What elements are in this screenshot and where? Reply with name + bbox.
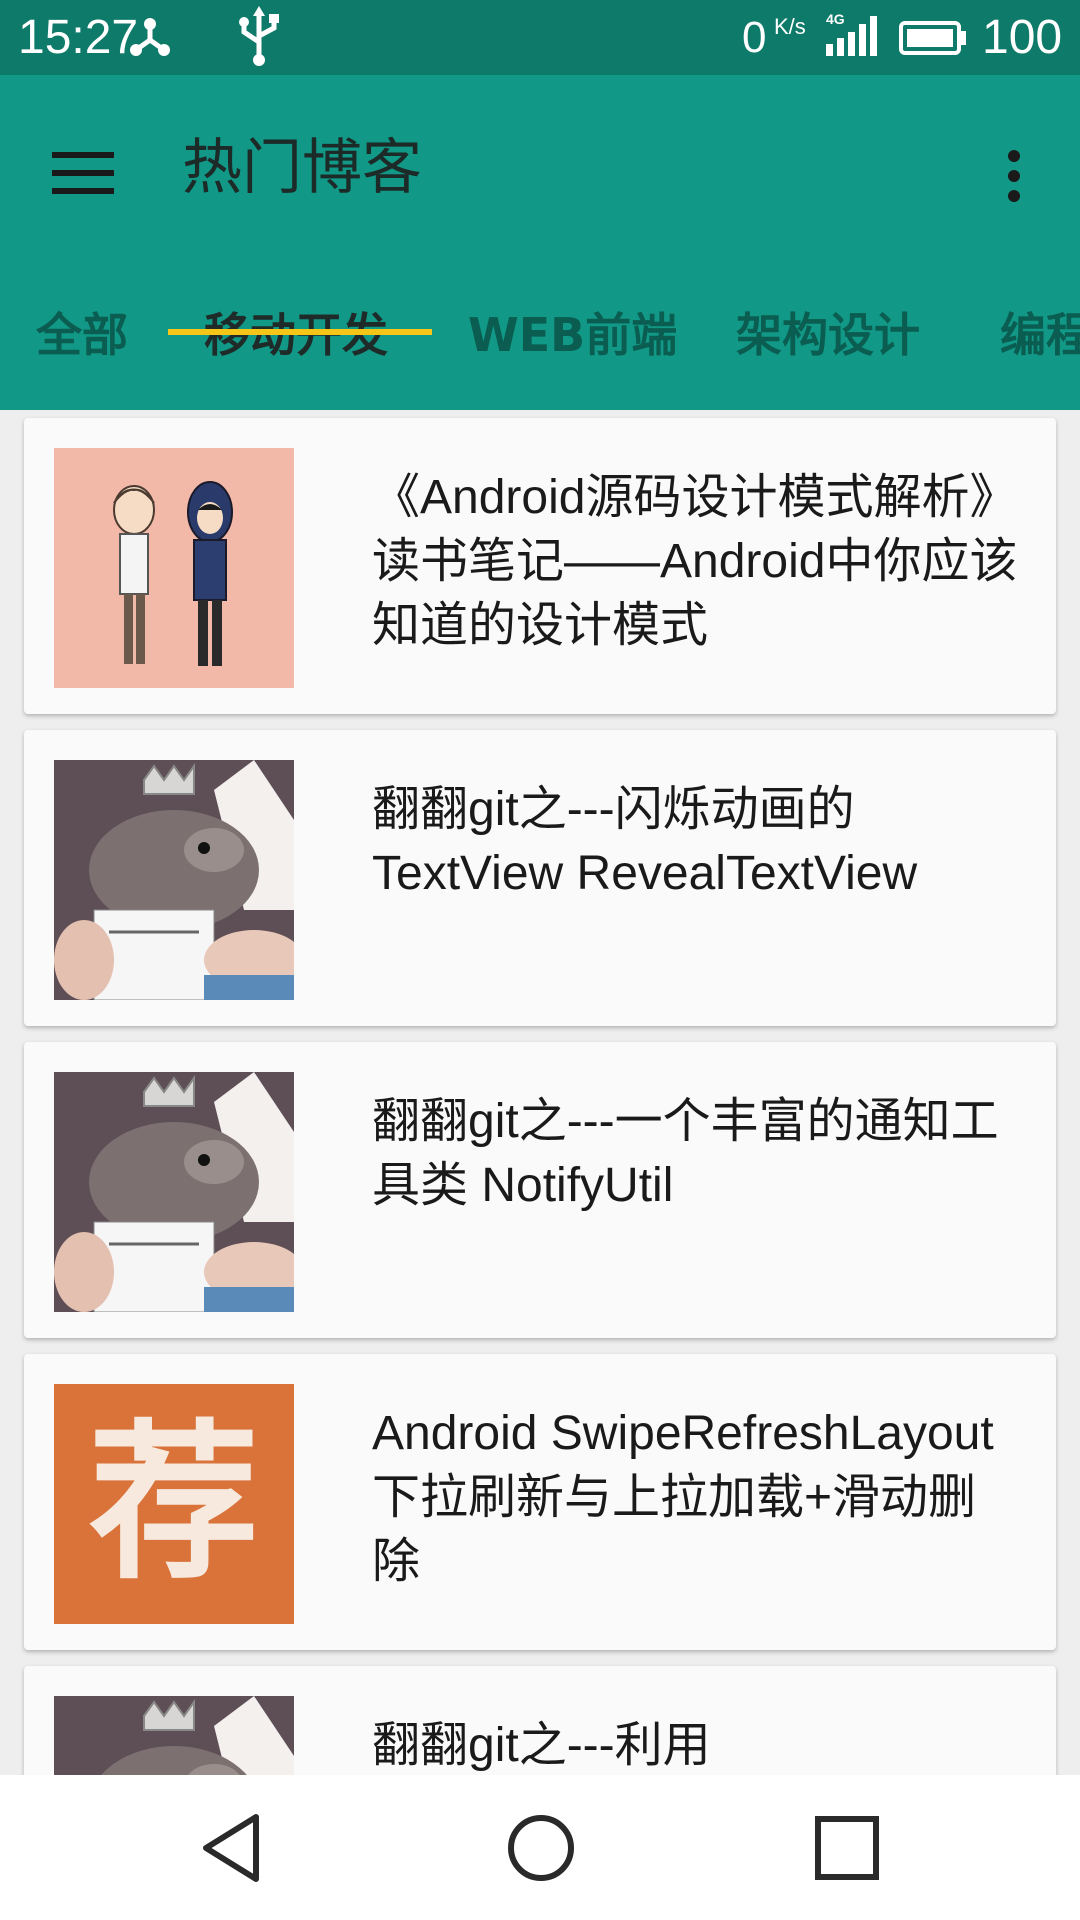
page-title: 热门博客 (182, 133, 422, 203)
category-tabs: 全部 移动开发 WEB前端 架构设计 编程语言 (0, 275, 1080, 410)
home-circle-icon[interactable] (496, 1803, 586, 1893)
status-bar: 15:27 0 K/s 4G 100 (0, 0, 1080, 75)
app-bar: 热门博客 全部 移动开发 WEB前端 架构设计 编程语言 (0, 75, 1080, 410)
cartoon-boys-thumbnail (54, 448, 294, 688)
net-speed-value: 0 (742, 13, 767, 62)
blog-card[interactable]: 翻翻git之---闪烁动画的TextView RevealTextView (24, 730, 1056, 1026)
signal-label: 4G (826, 11, 845, 27)
tab-architecture[interactable]: 架构设计 (736, 275, 920, 405)
blog-card[interactable]: 翻翻git之---一个丰富的通知工具类 NotifyUtil (24, 1042, 1056, 1338)
recents-square-icon[interactable] (802, 1803, 892, 1893)
share-nodes-icon (128, 12, 172, 65)
blog-card[interactable]: 翻翻git之---利用 (24, 1666, 1056, 1775)
blog-title[interactable]: 翻翻git之---一个丰富的通知工具类 NotifyUtil (372, 1090, 1022, 1218)
blog-card[interactable]: 《Android源码设计模式解析》读书笔记——Android中你应该知道的设计模… (24, 418, 1056, 714)
signal-4g-icon: 4G (822, 10, 882, 65)
tab-all[interactable]: 全部 (36, 275, 128, 405)
blog-title[interactable]: 翻翻git之---利用 (372, 1714, 1022, 1775)
recommend-badge-char: 荐 (88, 1405, 259, 1603)
tab-mobile-dev[interactable]: 移动开发 (204, 275, 388, 405)
battery-icon (898, 20, 968, 61)
battery-level: 100 (982, 11, 1063, 64)
tab-indicator (168, 329, 432, 335)
hamburger-menu-icon[interactable] (40, 130, 128, 218)
hamster-photo-thumbnail (54, 1696, 294, 1775)
net-speed-unit: K/s (774, 14, 806, 39)
hamster-photo-thumbnail (54, 760, 294, 1000)
recommend-badge-thumbnail: 荐 (54, 1384, 294, 1624)
system-nav-bar (0, 1775, 1080, 1920)
tab-web-frontend[interactable]: WEB前端 (468, 275, 677, 405)
status-time: 15:27 (18, 11, 139, 64)
blog-title[interactable]: 《Android源码设计模式解析》读书笔记——Android中你应该知道的设计模… (372, 466, 1022, 658)
usb-icon (236, 6, 282, 73)
blog-card[interactable]: 荐 Android SwipeRefreshLayout下拉刷新与上拉加载+滑动… (24, 1354, 1056, 1650)
blog-title[interactable]: Android SwipeRefreshLayout下拉刷新与上拉加载+滑动删除 (372, 1402, 1022, 1594)
blog-title[interactable]: 翻翻git之---闪烁动画的TextView RevealTextView (372, 778, 1022, 906)
blog-list[interactable]: 《Android源码设计模式解析》读书笔记——Android中你应该知道的设计模… (0, 410, 1080, 1775)
more-vert-icon[interactable] (990, 130, 1038, 218)
tab-programming-language[interactable]: 编程语言 (1000, 275, 1080, 405)
hamster-photo-thumbnail (54, 1072, 294, 1312)
back-triangle-icon[interactable] (188, 1803, 278, 1893)
